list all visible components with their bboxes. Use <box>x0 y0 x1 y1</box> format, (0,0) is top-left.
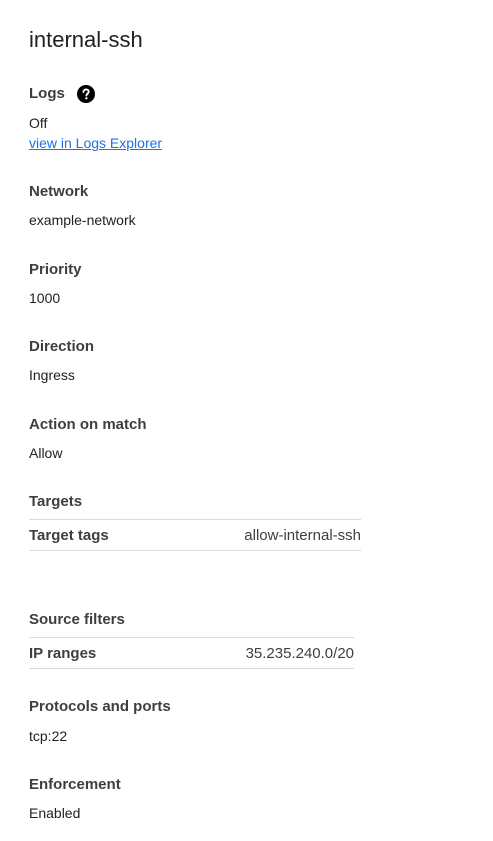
logs-value: Off <box>29 115 48 131</box>
priority-value: 1000 <box>29 290 61 306</box>
source-filters-label: Source filters <box>29 611 125 628</box>
enforcement-label: Enforcement <box>29 776 121 793</box>
target-tags-row: Target tags allow-internal-ssh <box>29 519 361 551</box>
help-circle-icon[interactable] <box>76 85 95 103</box>
ip-ranges-value: 35.235.240.0/20 <box>245 644 354 662</box>
direction-value: Ingress <box>29 367 75 383</box>
action-value: Allow <box>29 445 63 461</box>
action-label: Action on match <box>29 416 147 433</box>
logs-label: Logs <box>29 85 65 102</box>
protocols-label: Protocols and ports <box>29 698 171 715</box>
logs-explorer-link[interactable]: view in Logs Explorer <box>29 133 162 153</box>
network-value: example-network <box>29 212 136 228</box>
enforcement-value: Enabled <box>29 805 81 821</box>
ip-ranges-key: IP ranges <box>29 644 97 662</box>
targets-label: Targets <box>29 493 83 510</box>
network-label: Network <box>29 183 89 200</box>
target-tags-key: Target tags <box>29 526 109 544</box>
ip-ranges-row: IP ranges 35.235.240.0/20 <box>29 637 354 669</box>
priority-label: Priority <box>29 261 82 278</box>
page-title: internal-ssh <box>29 27 143 52</box>
logs-section-label: Logs <box>29 84 95 104</box>
direction-label: Direction <box>29 338 95 355</box>
target-tags-value: allow-internal-ssh <box>244 526 361 544</box>
protocols-value: tcp:22 <box>29 728 68 744</box>
